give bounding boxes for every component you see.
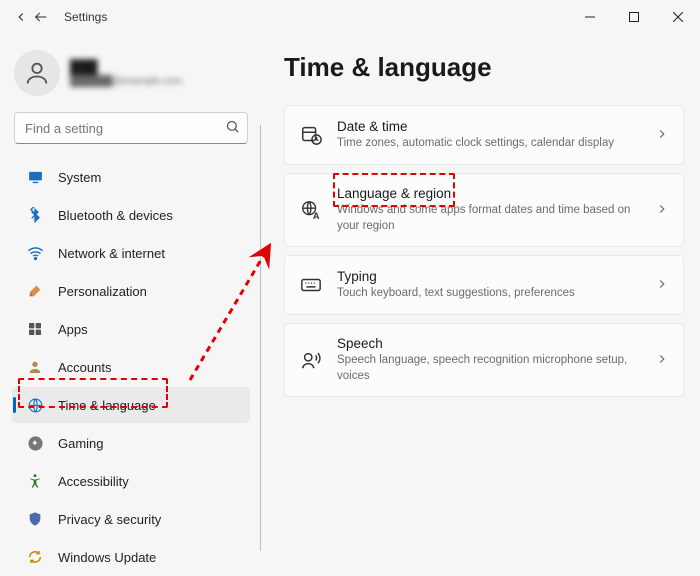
bluetooth-icon [26,206,44,224]
calendar-clock-icon [299,123,323,147]
close-button[interactable] [656,0,700,34]
card-sub: Touch keyboard, text suggestions, prefer… [337,286,641,302]
sidebar-item-gaming[interactable]: Gaming [12,425,250,461]
sidebar-item-accounts[interactable]: Accounts [12,349,250,385]
sidebar-item-label: Apps [58,322,88,337]
globe-clock-icon [26,396,44,414]
window-controls [568,0,700,34]
card-typing[interactable]: Typing Touch keyboard, text suggestions,… [284,255,684,315]
search-input[interactable] [14,112,248,144]
avatar [14,50,60,96]
sidebar-item-accessibility[interactable]: Accessibility [12,463,250,499]
card-sub: Speech language, speech recognition micr… [337,353,641,384]
sidebar-divider [260,125,261,551]
sidebar: ███ ██████@example.com System Blueto [0,34,258,551]
chevron-right-icon [655,202,669,219]
user-email: ██████@example.com [70,76,182,87]
minimize-button[interactable] [568,0,612,34]
user-meta: ███ ██████@example.com [70,59,182,87]
sidebar-item-personalization[interactable]: Personalization [12,273,250,309]
sidebar-item-label: Personalization [58,284,147,299]
accessibility-icon [26,472,44,490]
card-title: Speech [337,336,641,351]
chevron-right-icon [655,352,669,369]
search-icon [225,119,240,137]
sidebar-item-label: Windows Update [58,550,156,565]
system-icon [26,168,44,186]
card-language-region[interactable]: A Language & region Windows and some app… [284,173,684,247]
main-content: Time & language Date & time Time zones, … [258,34,700,551]
card-sub: Time zones, automatic clock settings, ca… [337,136,641,152]
sidebar-item-label: System [58,170,101,185]
card-title: Typing [337,269,641,284]
chevron-right-icon [655,277,669,294]
maximize-button[interactable] [612,0,656,34]
speech-icon [299,348,323,372]
sidebar-item-label: Privacy & security [58,512,161,527]
apps-icon [26,320,44,338]
user-name: ███ [70,59,182,74]
card-sub: Windows and some apps format dates and t… [337,203,641,234]
keyboard-icon [299,273,323,297]
sidebar-item-time-language[interactable]: Time & language [12,387,250,423]
sidebar-item-privacy[interactable]: Privacy & security [12,501,250,537]
sidebar-item-label: Gaming [58,436,104,451]
card-title: Date & time [337,119,641,134]
sidebar-item-apps[interactable]: Apps [12,311,250,347]
shield-icon [26,510,44,528]
sidebar-item-label: Bluetooth & devices [58,208,173,223]
sidebar-item-windows-update[interactable]: Windows Update [12,539,250,575]
back-button[interactable] [12,8,30,26]
page-title: Time & language [284,52,684,83]
sidebar-item-label: Network & internet [58,246,165,261]
sidebar-item-label: Time & language [58,398,156,413]
gaming-icon [26,434,44,452]
sidebar-item-network[interactable]: Network & internet [12,235,250,271]
globe-letter-icon: A [299,198,323,222]
card-date-time[interactable]: Date & time Time zones, automatic clock … [284,105,684,165]
back-arrow-icon [32,8,50,26]
paintbrush-icon [26,282,44,300]
accounts-icon [26,358,44,376]
svg-text:A: A [313,211,320,221]
sidebar-item-label: Accounts [58,360,111,375]
card-speech[interactable]: Speech Speech language, speech recogniti… [284,323,684,397]
search-wrap [14,112,248,144]
user-card[interactable]: ███ ██████@example.com [10,44,252,108]
window-title: Settings [64,10,107,24]
chevron-right-icon [655,127,669,144]
sidebar-item-bluetooth[interactable]: Bluetooth & devices [12,197,250,233]
nav-list: System Bluetooth & devices Network & int… [10,158,252,576]
sidebar-item-system[interactable]: System [12,159,250,195]
wifi-icon [26,244,44,262]
card-title: Language & region [337,186,641,201]
sidebar-item-label: Accessibility [58,474,129,489]
